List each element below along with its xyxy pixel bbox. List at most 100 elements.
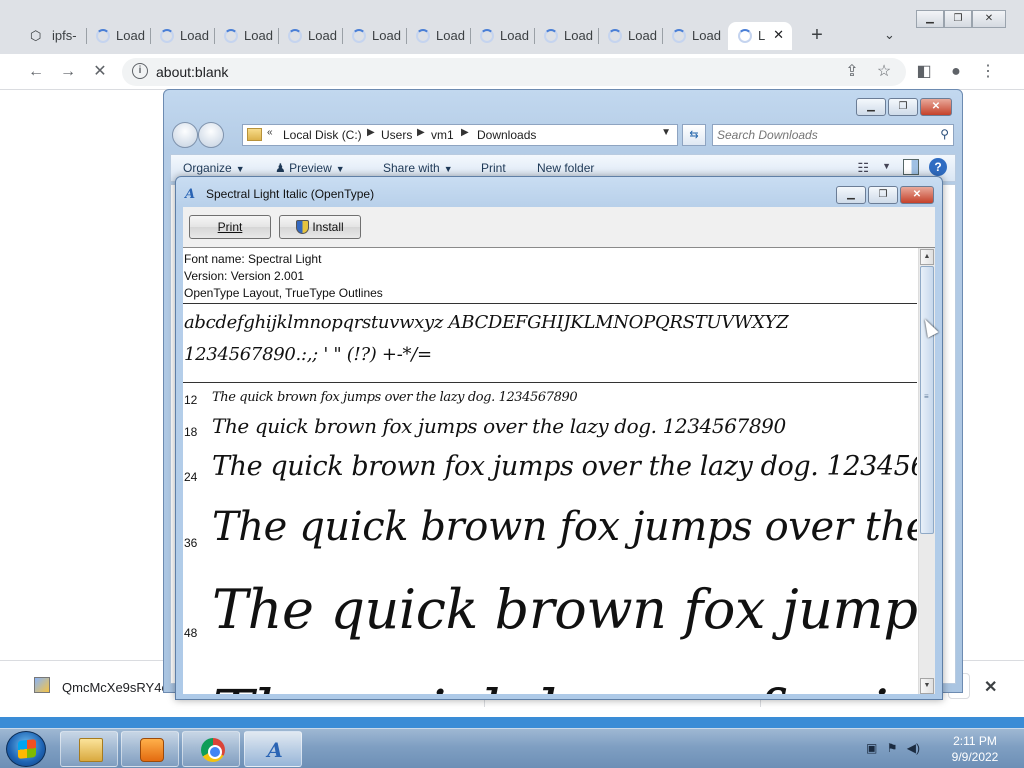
system-tray: ▣ ⚑ ◀) [866, 741, 926, 755]
vertical-scrollbar[interactable]: ▲ ≡ ▼ [918, 248, 935, 694]
breadcrumb-item[interactable]: vm1 [431, 128, 454, 142]
stop-loading-icon[interactable]: ✕ [88, 60, 112, 84]
explorer-address-bar[interactable]: « Local Disk (C:) ▶ Users ▶ vm1 ▶ Downlo… [242, 124, 678, 146]
preview-pane-icon[interactable] [903, 159, 919, 175]
font-preview: Font name: Spectral Light Version: Versi… [183, 247, 935, 694]
new-tab-button[interactable]: + [806, 24, 828, 46]
chevron-right-icon[interactable]: ▶ [417, 127, 425, 138]
loading-spinner-icon [288, 29, 302, 43]
forward-arrow-icon[interactable]: → [56, 60, 80, 84]
download-filename: QmcMcXe9sRY4en [62, 680, 176, 695]
action-center-flag-icon[interactable]: ⚑ [887, 741, 898, 755]
minimize-button[interactable]: ▁ [916, 10, 944, 28]
search-icon[interactable]: ⚲ [940, 127, 949, 141]
tab-loading[interactable]: Load [406, 22, 470, 50]
network-icon[interactable]: ▣ [866, 741, 877, 755]
restore-button[interactable]: ❐ [944, 10, 972, 28]
loading-spinner-icon [480, 29, 494, 43]
address-bar[interactable]: i about:blank [122, 58, 906, 86]
desktop-label-fragment: D [2, 164, 11, 178]
kebab-menu-icon[interactable]: ⋮ [976, 60, 1000, 84]
search-input[interactable] [717, 127, 927, 143]
bookmark-star-icon[interactable]: ☆ [872, 60, 896, 84]
tab-loading[interactable]: Load [598, 22, 662, 50]
back-button[interactable] [172, 122, 198, 148]
size-label: 48 [184, 626, 198, 640]
loading-spinner-icon [672, 29, 686, 43]
tab-strip: ▁ ❐ ✕ ⬡ ipfs- Load Load Load Load Load L… [0, 0, 1024, 54]
search-box[interactable]: ⚲ [712, 124, 954, 146]
font-type: OpenType Layout, TrueType Outlines [184, 286, 383, 300]
refresh-icon[interactable]: ⇆ [682, 124, 706, 146]
address-url[interactable]: about:blank [156, 64, 228, 80]
start-button[interactable] [6, 731, 46, 767]
taskbar-chrome[interactable] [182, 731, 240, 767]
tab-loading[interactable]: Load [534, 22, 598, 50]
loading-spinner-icon [544, 29, 558, 43]
forward-button[interactable] [198, 122, 224, 148]
loading-spinner-icon [738, 29, 752, 43]
close-button[interactable]: ✕ [900, 186, 934, 204]
close-button[interactable]: ✕ [920, 98, 952, 116]
divider [183, 382, 917, 383]
tab-ipfs[interactable]: ⬡ ipfs- [22, 22, 86, 50]
close-window-button[interactable]: ✕ [972, 10, 1006, 28]
share-icon[interactable]: ⇪ [840, 60, 864, 84]
scroll-thumb[interactable]: ≡ [920, 266, 934, 534]
charset-letters: abcdefghijklmnopqrstuvwxyz ABCDEFGHIJKLM… [184, 312, 789, 333]
caret-down-icon[interactable]: ▼ [882, 161, 891, 171]
close-download-bar-icon[interactable]: ✕ [984, 677, 997, 697]
tab-loading[interactable]: Load [662, 22, 726, 50]
tab-loading[interactable]: Load [342, 22, 406, 50]
tab-loading[interactable]: Load [470, 22, 534, 50]
minimize-button[interactable]: ▁ [836, 186, 866, 204]
print-button[interactable]: Print [189, 215, 271, 239]
close-tab-icon[interactable]: ✕ [773, 27, 784, 43]
side-panel-icon[interactable]: ◧ [912, 60, 936, 84]
back-arrow-icon[interactable]: ← [24, 60, 48, 84]
install-button[interactable]: Install [279, 215, 361, 239]
breadcrumb-item[interactable]: Users [381, 128, 412, 142]
sample-line-24: The quick brown fox jumps over the lazy … [212, 451, 917, 482]
size-label: 24 [184, 470, 198, 484]
clock[interactable]: 2:11 PM 9/9/2022 [940, 733, 1010, 765]
taskbar: A ▣ ⚑ ◀) 2:11 PM 9/9/2022 [0, 728, 1024, 768]
chevron-down-icon[interactable]: ▼ [661, 127, 671, 138]
profile-avatar-icon[interactable]: ● [944, 60, 968, 84]
font-viewer-window: A Spectral Light Italic (OpenType) ▁ ❐ ✕… [175, 176, 943, 700]
tab-active[interactable]: L ✕ [728, 22, 792, 50]
new-folder-command[interactable]: New folder [537, 161, 594, 175]
tab-search-chevron-icon[interactable]: ⌄ [884, 27, 895, 43]
chevron-right-icon[interactable]: ▶ [461, 127, 469, 138]
font-viewer-icon: A [267, 738, 283, 762]
preview-menu[interactable]: ♟ Preview ▼ [275, 161, 345, 175]
chevron-left-double-icon: « [267, 127, 273, 138]
taskbar-media-player[interactable] [121, 731, 179, 767]
clock-time: 2:11 PM [953, 734, 997, 748]
taskbar-explorer[interactable] [60, 731, 118, 767]
tab-loading[interactable]: Load [214, 22, 278, 50]
tab-loading[interactable]: Load [278, 22, 342, 50]
tab-loading[interactable]: Load [150, 22, 214, 50]
print-command[interactable]: Print [481, 161, 506, 175]
scroll-down-arrow-icon[interactable]: ▼ [920, 678, 934, 694]
organize-menu[interactable]: Organize ▼ [183, 161, 245, 175]
breadcrumb-item[interactable]: Downloads [477, 128, 536, 142]
taskbar-font-viewer[interactable]: A [244, 731, 302, 767]
maximize-button[interactable]: ❐ [868, 186, 898, 204]
view-options-icon[interactable]: ☷ [857, 160, 869, 176]
maximize-button[interactable]: ❐ [888, 98, 918, 116]
share-with-menu[interactable]: Share with ▼ [383, 161, 453, 175]
minimize-button[interactable]: ▁ [856, 98, 886, 116]
font-viewer-toolbar: Print Install [183, 207, 935, 247]
tab-loading[interactable]: Load [86, 22, 150, 50]
sample-line-18: The quick brown fox jumps over the lazy … [212, 414, 786, 438]
help-icon[interactable]: ? [929, 158, 947, 176]
chevron-right-icon[interactable]: ▶ [367, 127, 375, 138]
scroll-up-arrow-icon[interactable]: ▲ [920, 249, 934, 265]
volume-icon[interactable]: ◀) [907, 741, 920, 755]
breadcrumb-item[interactable]: Local Disk (C:) [283, 128, 362, 142]
sample-line-36: The quick brown fox jumps over the lazy … [212, 504, 917, 550]
info-icon[interactable]: i [132, 63, 148, 79]
caret-down-icon: ▼ [335, 164, 345, 174]
